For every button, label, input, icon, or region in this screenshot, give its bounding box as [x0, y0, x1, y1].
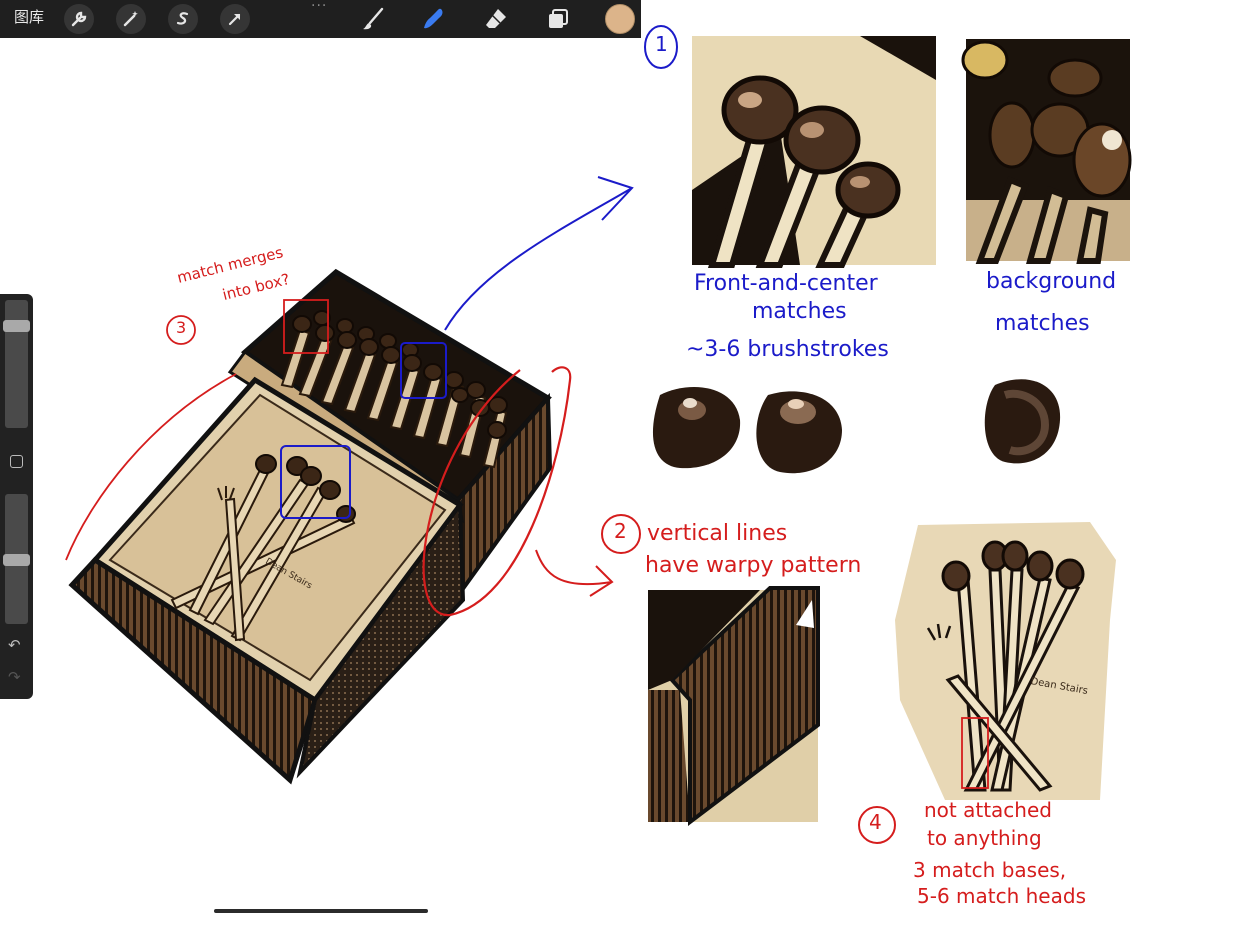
note-number-2: 2 — [614, 519, 627, 543]
closeup-front-matches — [692, 36, 936, 268]
note-number-1: 1 — [655, 32, 668, 56]
note-to-anything: to anything — [927, 826, 1042, 850]
home-indicator[interactable] — [214, 909, 428, 913]
matchbox-drawing — [68, 268, 553, 785]
brushstroke-sample-3 — [984, 379, 1061, 464]
red-arrow-stroke — [535, 549, 614, 597]
brushstroke-sample-1 — [652, 387, 741, 469]
note-matches-1: matches — [752, 299, 847, 324]
note-brushstrokes: ~3-6 brushstrokes — [686, 337, 889, 362]
note-number-3: 3 — [176, 318, 187, 337]
drawing-canvas[interactable] — [0, 0, 1235, 933]
note-background: background — [986, 269, 1117, 294]
note-number-4: 4 — [869, 810, 882, 834]
closeup-vertical-lines — [648, 586, 820, 827]
note-match-heads: 5-6 match heads — [917, 884, 1086, 908]
closeup-label-matches — [895, 522, 1116, 800]
brushstroke-sample-2 — [756, 391, 842, 474]
note-match-bases: 3 match bases, — [913, 858, 1067, 882]
note-warpy-pattern: have warpy pattern — [645, 553, 862, 578]
closeup-background-matches — [961, 39, 1132, 264]
blue-arrow-stroke — [444, 176, 634, 331]
note-vertical-lines: vertical lines — [647, 521, 788, 546]
note-matches-2: matches — [995, 311, 1090, 336]
note-front-and-center: Front-and-center — [694, 271, 878, 296]
note-not-attached: not attached — [924, 798, 1052, 822]
